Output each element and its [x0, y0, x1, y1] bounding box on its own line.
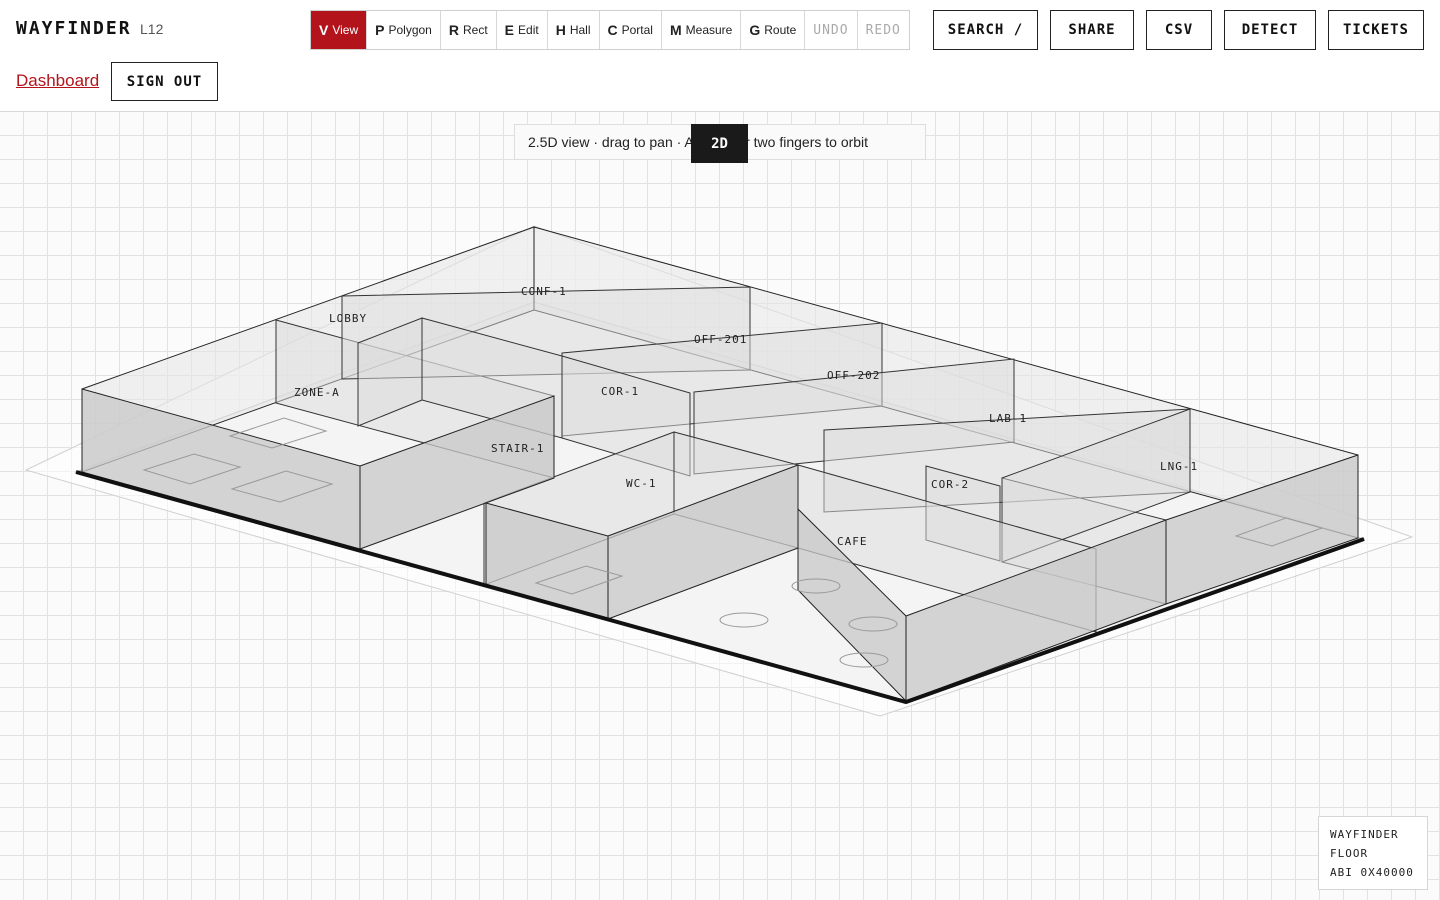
room-label-cor-1[interactable]: COR-1 — [601, 385, 639, 398]
room-label-stair-1[interactable]: STAIR-1 — [491, 442, 544, 455]
room-label-lobby[interactable]: LOBBY — [329, 312, 367, 325]
view-mode-toggle[interactable]: 2D — [691, 124, 748, 163]
room-label-lng-1[interactable]: LNG-1 — [1160, 460, 1198, 473]
room-label-wc-1[interactable]: WC-1 — [626, 477, 657, 490]
floor-info-panel: WAYFINDER FLOOR ABI 0X40000 — [1318, 816, 1428, 890]
room-label-cor-2[interactable]: COR-2 — [931, 478, 969, 491]
room-label-conf-1[interactable]: CONF-1 — [521, 285, 567, 298]
info-line: FLOOR — [1330, 847, 1369, 860]
room-label-off-201[interactable]: OFF-201 — [694, 333, 747, 346]
room-label-lab-1[interactable]: LAB-1 — [989, 412, 1027, 425]
room-label-off-202[interactable]: OFF-202 — [827, 369, 880, 382]
info-line: WAYFINDER — [1330, 828, 1399, 841]
room-label-cafe[interactable]: CAFE — [837, 535, 868, 548]
floor-canvas[interactable]: CONF-1 LOBBY OFF-201 OFF-202 ZONE-A COR-… — [0, 112, 1440, 900]
info-line: ABI 0X40000 — [1330, 866, 1414, 879]
room-label-zone-a[interactable]: ZONE-A — [294, 386, 340, 399]
